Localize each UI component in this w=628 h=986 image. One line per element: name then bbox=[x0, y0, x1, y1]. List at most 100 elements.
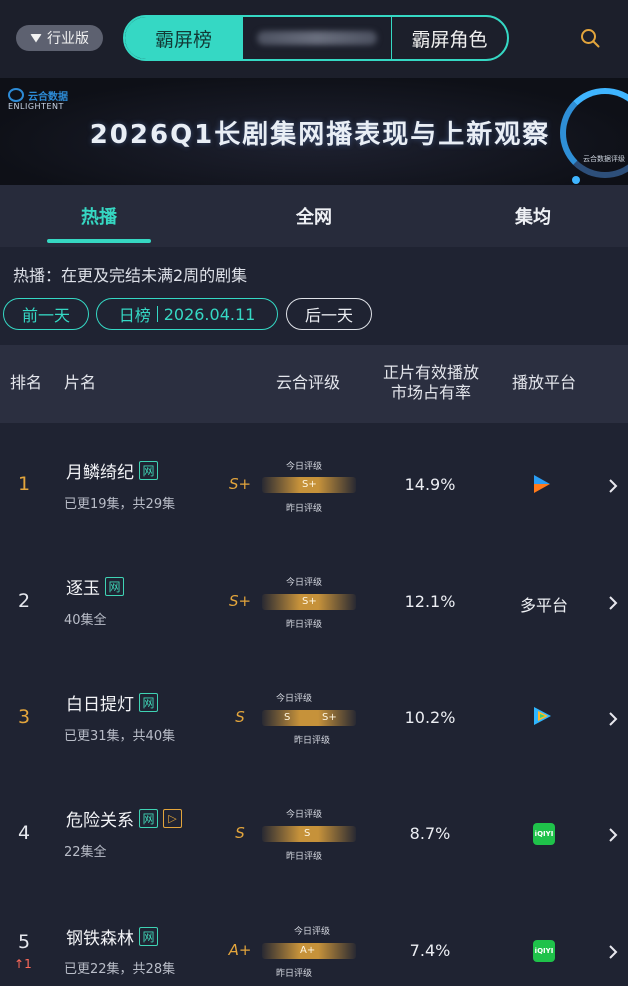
tab-dominance-roles[interactable]: 霸屏角色 bbox=[392, 17, 507, 59]
active-tab-indicator bbox=[47, 239, 151, 243]
logo-en: ENLIGHTENT bbox=[8, 102, 64, 111]
promo-banner[interactable]: 云合数据 ENLIGHTENT 2026Q1长剧集网播表现与上新观察 云合数据评… bbox=[0, 78, 628, 185]
header-grade: 云合评级 bbox=[275, 373, 340, 392]
yesterday-grade-label: 昨日评级 bbox=[286, 504, 323, 514]
grade-value: S bbox=[235, 708, 245, 726]
episode-status: 已更19集，共29集 bbox=[64, 497, 176, 512]
logo-mark-icon bbox=[8, 88, 24, 102]
table-row[interactable]: 1 月鳞绮纪 网 已更19集，共29集 S+ 今日评级 S+ 昨日评级 14.9… bbox=[0, 423, 628, 539]
drama-title: 逐玉 bbox=[66, 579, 100, 599]
today-grade-label: 今日评级 bbox=[294, 927, 331, 937]
chevron-right-icon[interactable] bbox=[606, 828, 620, 842]
today-grade: S bbox=[284, 712, 291, 723]
rank-number: 5 bbox=[17, 931, 31, 953]
platform-label: 多平台 bbox=[519, 596, 568, 615]
logo-cn: 云合数据 bbox=[28, 92, 68, 103]
drama-title: 月鳞绮纪 bbox=[66, 463, 134, 483]
tab-per-episode[interactable]: 集均 bbox=[481, 185, 585, 247]
market-share: 14.9% bbox=[404, 475, 456, 494]
market-share: 12.1% bbox=[404, 592, 456, 611]
date-label: 2026.04.11 bbox=[163, 304, 256, 324]
banner-title: 2026Q1长剧集网播表现与上新观察 bbox=[89, 120, 551, 150]
drama-title: 危险关系 bbox=[66, 811, 134, 831]
market-share: 7.4% bbox=[409, 941, 451, 960]
web-drama-badge: 网 bbox=[139, 693, 158, 712]
rank-change-value: 1 bbox=[24, 957, 32, 971]
banner-dot-icon bbox=[572, 176, 580, 184]
tab-dominance-chart[interactable]: 霸屏榜 bbox=[125, 17, 242, 59]
grade-value: S bbox=[235, 824, 245, 842]
web-drama-badge: 网 bbox=[139, 809, 158, 828]
today-grade-label: 今日评级 bbox=[286, 578, 323, 588]
rank-number: 2 bbox=[17, 590, 31, 612]
today-grade-label: 今日评级 bbox=[286, 810, 323, 820]
table-row[interactable]: 4 危险关系 网 ▷ 22集全 S 今日评级 S 昨日评级 8.7% iQIYI bbox=[0, 771, 628, 887]
banner-tag: 云合数据评级 bbox=[583, 155, 625, 163]
rank-change: ↑1 bbox=[14, 957, 32, 971]
header-rank: 排名 bbox=[9, 373, 42, 392]
youku-icon bbox=[534, 475, 550, 493]
today-grade-label: 今日评级 bbox=[276, 694, 313, 704]
header-platform: 播放平台 bbox=[511, 373, 576, 392]
tencent-video-icon bbox=[534, 707, 551, 725]
market-share: 8.7% bbox=[409, 824, 451, 843]
drama-title: 钢铁森林 bbox=[66, 929, 134, 949]
iqiyi-icon: iQIYI bbox=[533, 823, 555, 845]
grade-value: S+ bbox=[228, 475, 252, 493]
list-description: 热播：在更及完结未满2周的剧集 bbox=[13, 266, 248, 285]
yesterday-grade-label: 昨日评级 bbox=[294, 736, 331, 746]
drama-title: 白日提灯 bbox=[66, 695, 134, 715]
header-share-line1: 正片有效播放 bbox=[382, 363, 479, 382]
iqiyi-icon: iQIYI bbox=[533, 940, 555, 962]
arrow-up-icon: ↑ bbox=[14, 957, 25, 971]
header-name: 片名 bbox=[63, 373, 96, 392]
top-segment-control: 霸屏榜 霸屏角色 bbox=[123, 15, 509, 61]
today-grade: A+ bbox=[300, 945, 316, 956]
tab-hidden[interactable] bbox=[242, 17, 392, 59]
grade-value: A+ bbox=[228, 941, 252, 959]
web-drama-badge: 网 bbox=[139, 927, 158, 946]
yesterday-grade-label: 昨日评级 bbox=[286, 620, 323, 630]
web-drama-badge: 网 bbox=[139, 461, 158, 480]
prev-day-button[interactable]: 前一天 bbox=[3, 298, 89, 330]
blurred-label bbox=[257, 31, 377, 45]
industry-version-label: 行业版 bbox=[47, 31, 89, 47]
episode-status: 已更31集，共40集 bbox=[64, 729, 176, 744]
yesterday-grade: S+ bbox=[322, 712, 337, 723]
diamond-icon bbox=[30, 33, 42, 43]
chevron-right-icon[interactable] bbox=[606, 712, 620, 726]
table-row[interactable]: 2 逐玉 网 40集全 S+ 今日评级 S+ 昨日评级 12.1% 多平台 bbox=[0, 539, 628, 655]
table-header: 排名 片名 云合评级 正片有效播放 市场占有率 播放平台 bbox=[0, 345, 628, 423]
chevron-right-icon[interactable] bbox=[606, 945, 620, 959]
chevron-right-icon[interactable] bbox=[606, 479, 620, 493]
tab-hot[interactable]: 热播 bbox=[47, 185, 151, 247]
exclusive-play-badge: ▷ bbox=[163, 809, 182, 828]
episode-status: 已更22集，共28集 bbox=[64, 962, 176, 977]
table-row[interactable]: 5 ↑1 钢铁森林 网 已更22集，共28集 A+ 今日评级 A+ 昨日评级 7… bbox=[0, 887, 628, 986]
table-row[interactable]: 3 白日提灯 网 已更31集，共40集 S 今日评级 S S+ 昨日评级 10.… bbox=[0, 655, 628, 771]
next-day-button[interactable]: 后一天 bbox=[286, 298, 372, 330]
today-grade: S bbox=[304, 828, 311, 839]
grade-meter bbox=[262, 710, 356, 726]
search-icon[interactable] bbox=[580, 28, 600, 48]
chevron-right-icon[interactable] bbox=[606, 596, 620, 610]
rank-number: 4 bbox=[17, 822, 31, 844]
rank-number: 3 bbox=[17, 706, 31, 728]
yesterday-grade-label: 昨日评级 bbox=[286, 852, 323, 862]
divider bbox=[156, 306, 158, 322]
market-share: 10.2% bbox=[404, 708, 456, 727]
top-bar: 行业版 霸屏榜 霸屏角色 bbox=[0, 0, 628, 78]
episode-status: 22集全 bbox=[64, 845, 107, 860]
industry-version-button[interactable]: 行业版 bbox=[16, 25, 103, 51]
today-grade: S+ bbox=[302, 596, 317, 607]
rank-number: 1 bbox=[17, 473, 31, 495]
chart-type-label: 日榜 bbox=[118, 306, 151, 325]
enlightent-logo: 云合数据 ENLIGHTENT bbox=[4, 88, 96, 116]
today-grade-label: 今日评级 bbox=[286, 462, 323, 472]
today-grade: S+ bbox=[302, 479, 317, 490]
header-share-line2: 市场占有率 bbox=[390, 383, 471, 402]
date-picker[interactable]: 日榜 2026.04.11 bbox=[96, 298, 278, 330]
web-drama-badge: 网 bbox=[105, 577, 124, 596]
tab-all-network[interactable]: 全网 bbox=[262, 185, 366, 247]
episode-status: 40集全 bbox=[64, 613, 107, 628]
